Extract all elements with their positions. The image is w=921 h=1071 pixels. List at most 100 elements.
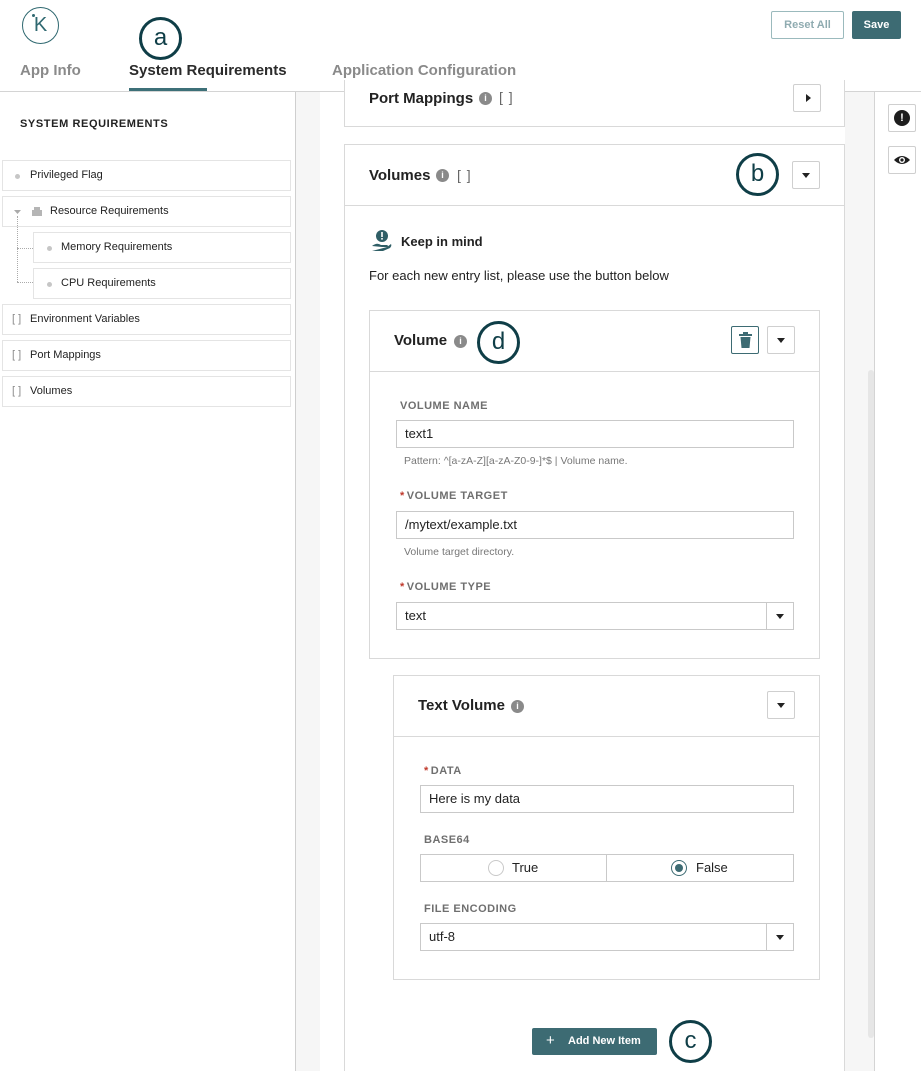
preview-button[interactable] (888, 146, 916, 174)
plus-icon: + (546, 1032, 555, 1049)
volume-item-title: Volume (394, 332, 448, 349)
callout-a: a (139, 17, 182, 60)
volume-type-select[interactable]: text (396, 602, 794, 630)
logo-letter: K (33, 14, 48, 36)
array-bracket-icon: [ ] (499, 89, 514, 105)
tab-system-requirements[interactable]: System Requirements (129, 62, 287, 79)
tree-connector (17, 216, 18, 282)
dropdown-arrow[interactable] (766, 924, 793, 950)
collapse-volumes-button[interactable] (792, 161, 820, 189)
caret-down-icon (777, 703, 785, 708)
volume-name-hint: Pattern: ^[a-zA-Z][a-zA-Z0-9-]*$ | Volum… (404, 455, 628, 467)
keep-in-mind-heading: Keep in mind (401, 234, 483, 249)
sidebar-item-port-mappings[interactable]: [ ] Port Mappings (2, 340, 291, 371)
volume-target-input[interactable]: /mytext/example.txt (396, 511, 794, 539)
base64-radio-group: True False (420, 854, 794, 882)
radio-label: True (512, 860, 539, 875)
sidebar-item-label: Privileged Flag (30, 169, 103, 181)
callout-b: b (736, 153, 779, 196)
caret-down-icon (802, 173, 810, 178)
callout-c: c (669, 1020, 712, 1063)
volume-target-label: * VOLUME TARGET (400, 490, 508, 502)
sidebar-item-memory-requirements[interactable]: Memory Requirements (33, 232, 291, 263)
eye-icon (894, 156, 910, 164)
bullet-icon (47, 246, 52, 251)
expand-port-mappings-button[interactable] (793, 84, 821, 112)
text-volume-panel: Text Volume i * DATA Here is my data BASE… (393, 675, 820, 980)
caret-down-icon (776, 935, 784, 940)
info-icon[interactable]: i (436, 169, 449, 182)
tree-connector (17, 282, 33, 283)
info-icon[interactable]: i (479, 92, 492, 105)
volume-type-label: * VOLUME TYPE (400, 581, 492, 593)
sidebar-item-label: CPU Requirements (61, 277, 156, 289)
reset-all-button[interactable]: Reset All (771, 11, 844, 39)
volume-type-value: text (405, 608, 426, 623)
sidebar-item-resource-requirements[interactable]: Resource Requirements (2, 196, 291, 227)
collapse-text-volume-button[interactable] (767, 691, 795, 719)
required-marker: * (400, 490, 405, 502)
bullet-icon (47, 282, 52, 287)
sidebar-item-volumes[interactable]: [ ] Volumes (2, 376, 291, 407)
delete-volume-button[interactable] (731, 326, 759, 354)
chevron-down-icon[interactable] (13, 208, 22, 216)
required-marker: * (424, 765, 429, 777)
add-new-item-button[interactable]: + Add New Item (532, 1028, 657, 1055)
bullet-icon (15, 174, 20, 179)
dropdown-arrow[interactable] (766, 603, 793, 629)
sidebar-item-label: Memory Requirements (61, 241, 173, 253)
port-mappings-panel: Port Mappings i [ ] (344, 80, 845, 127)
collapse-volume-button[interactable] (767, 326, 795, 354)
sidebar-item-label: Environment Variables (30, 313, 140, 325)
radio-checked-icon[interactable] (671, 860, 687, 876)
caret-down-icon (776, 614, 784, 619)
active-tab-indicator (129, 88, 207, 91)
info-icon[interactable]: i (511, 700, 524, 713)
info-icon[interactable]: i (454, 335, 467, 348)
save-button[interactable]: Save (852, 11, 901, 39)
right-toolbar: ! (874, 92, 921, 1071)
sidebar-item-cpu-requirements[interactable]: CPU Requirements (33, 268, 291, 299)
file-encoding-select[interactable]: utf-8 (420, 923, 794, 951)
sidebar-title: SYSTEM REQUIREMENTS (20, 118, 169, 130)
data-input[interactable]: Here is my data (420, 785, 794, 813)
folder-stack-icon (32, 207, 42, 216)
hand-info-icon (372, 230, 392, 251)
array-bracket-icon: [ ] (12, 313, 22, 325)
file-encoding-label: FILE ENCODING (424, 903, 517, 915)
sidebar-item-label: Volumes (30, 385, 73, 397)
data-label: * DATA (424, 765, 462, 777)
callout-d: d (477, 321, 520, 364)
alert-icon: ! (894, 110, 910, 126)
volume-name-label: VOLUME NAME (400, 400, 488, 412)
array-bracket-icon: [ ] (12, 349, 22, 361)
trash-icon (739, 332, 752, 348)
base64-label: BASE64 (424, 834, 470, 846)
alerts-button[interactable]: ! (888, 104, 916, 132)
instruction-text: For each new entry list, please use the … (369, 268, 669, 283)
radio-unchecked-icon[interactable] (488, 860, 504, 876)
volume-name-input[interactable]: text1 (396, 420, 794, 448)
required-marker: * (400, 581, 405, 593)
caret-down-icon (777, 338, 785, 343)
text-volume-title: Text Volume (418, 697, 505, 714)
sidebar: SYSTEM REQUIREMENTS Privileged Flag Reso… (0, 92, 296, 1071)
app-logo[interactable]: K (22, 7, 59, 44)
volumes-title: Volumes (369, 167, 431, 184)
volume-target-hint: Volume target directory. (404, 546, 515, 558)
sidebar-item-label: Resource Requirements (50, 205, 169, 217)
sidebar-item-environment-variables[interactable]: [ ] Environment Variables (2, 304, 291, 335)
sidebar-item-privileged-flag[interactable]: Privileged Flag (2, 160, 291, 191)
tab-app-info[interactable]: App Info (20, 62, 81, 79)
port-mappings-title: Port Mappings (369, 90, 474, 107)
base64-false-option[interactable]: False (607, 855, 793, 881)
add-new-item-label: Add New Item (568, 1035, 641, 1047)
volume-item-panel: Volume i VOLUME NAME text1 Pattern: ^[a-… (369, 310, 820, 659)
tab-application-configuration[interactable]: Application Configuration (332, 62, 516, 79)
app-header: K App Info System Requirements Applicati… (0, 0, 921, 92)
array-bracket-icon: [ ] (12, 385, 22, 397)
tree-connector (17, 248, 33, 249)
radio-label: False (696, 860, 728, 875)
sidebar-item-label: Port Mappings (30, 349, 101, 361)
base64-true-option[interactable]: True (421, 855, 607, 881)
